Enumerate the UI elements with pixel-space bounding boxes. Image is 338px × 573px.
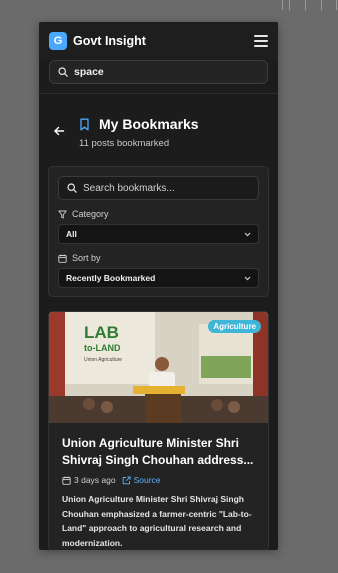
category-select[interactable]: All xyxy=(58,224,259,244)
page-title: My Bookmarks xyxy=(99,116,199,132)
filter-icon xyxy=(58,210,67,218)
top-bar: G Govt Insight xyxy=(39,22,278,60)
image-banner-subtext: to-LAND xyxy=(84,343,121,353)
back-arrow-icon[interactable] xyxy=(53,125,65,137)
post-title[interactable]: Union Agriculture Minister Shri Shivraj … xyxy=(62,435,255,469)
bookmark-icon xyxy=(80,118,89,131)
category-label: Category xyxy=(58,209,259,219)
app-title[interactable]: Govt Insight xyxy=(73,34,146,48)
menu-icon[interactable] xyxy=(254,35,268,47)
sort-label: Sort by xyxy=(58,253,259,263)
sort-select[interactable]: Recently Bookmarked xyxy=(58,268,259,288)
bookmark-search-box[interactable] xyxy=(58,176,259,200)
background-strip xyxy=(0,0,338,12)
bookmark-count: 11 posts bookmarked xyxy=(79,138,170,149)
image-banner-caption: Union Agriculture xyxy=(84,357,122,363)
chevron-down-icon xyxy=(244,276,251,280)
external-link-icon xyxy=(122,475,131,484)
bookmarks-header: My Bookmarks 11 posts bookmarked xyxy=(39,94,278,166)
global-search-input[interactable] xyxy=(74,66,254,78)
search-icon xyxy=(67,183,77,193)
category-value: All xyxy=(66,229,77,239)
post-image[interactable]: LAB to-LAND Union Agriculture Agricultur… xyxy=(49,312,268,423)
search-icon xyxy=(58,67,68,77)
calendar-icon xyxy=(58,254,67,263)
filter-panel: Category All Sort by Recently Bookmarked xyxy=(48,166,269,297)
chevron-down-icon xyxy=(244,232,251,236)
bookmarked-post-card[interactable]: LAB to-LAND Union Agriculture Agricultur… xyxy=(48,311,269,550)
category-badge[interactable]: Agriculture xyxy=(208,320,261,333)
bookmark-search-input[interactable] xyxy=(83,182,243,194)
image-banner-text: LAB xyxy=(84,323,119,342)
sort-value: Recently Bookmarked xyxy=(66,273,156,283)
post-meta: 3 days ago Source xyxy=(62,475,255,485)
post-excerpt: Union Agriculture Minister Shri Shivraj … xyxy=(62,494,252,548)
global-search-box[interactable] xyxy=(49,60,268,84)
source-link[interactable]: Source xyxy=(122,475,161,485)
post-date: 3 days ago xyxy=(62,475,116,485)
calendar-icon xyxy=(62,476,71,485)
app-window: G Govt Insight My Bookmarks 11 posts boo… xyxy=(39,22,278,550)
app-logo[interactable]: G xyxy=(49,32,67,50)
